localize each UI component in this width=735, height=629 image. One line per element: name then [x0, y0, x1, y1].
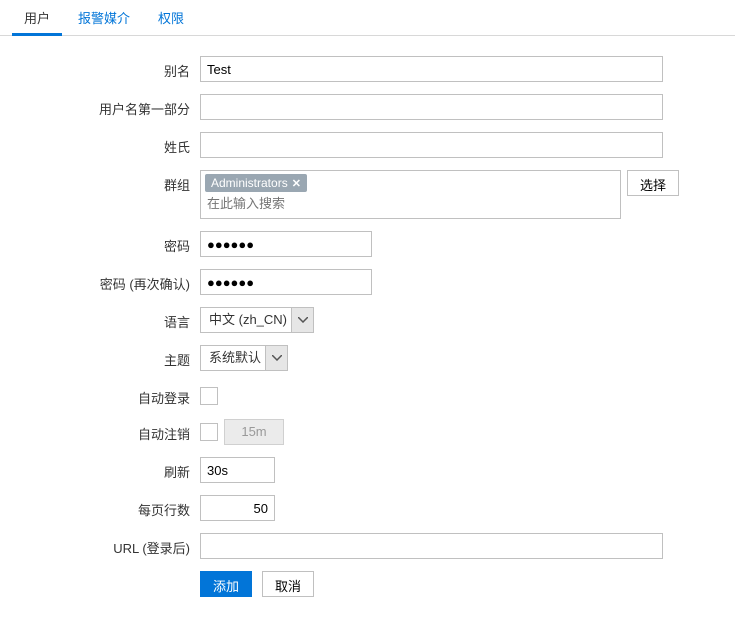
label-password: 密码: [0, 231, 200, 255]
refresh-input[interactable]: [200, 457, 275, 483]
auto-logout-checkbox[interactable]: [200, 423, 218, 441]
language-select[interactable]: 中文 (zh_CN): [200, 307, 314, 333]
chevron-down-icon: [265, 346, 287, 370]
first-name-input[interactable]: [200, 94, 663, 120]
groups-multiselect[interactable]: Administrators ✕: [200, 170, 621, 219]
label-refresh: 刷新: [0, 457, 200, 481]
auto-logout-value: 15m: [224, 419, 284, 445]
label-password2: 密码 (再次确认): [0, 269, 200, 293]
label-theme: 主题: [0, 345, 200, 369]
tab-media[interactable]: 报警媒介: [64, 0, 144, 35]
group-tag-label: Administrators: [211, 176, 288, 190]
last-name-input[interactable]: [200, 132, 663, 158]
password-confirm-input[interactable]: [200, 269, 372, 295]
label-groups: 群组: [0, 170, 200, 194]
user-form: 别名 用户名第一部分 姓氏 群组 Administrators ✕ 选择: [0, 36, 735, 629]
label-auto-logout: 自动注销: [0, 419, 200, 443]
add-button[interactable]: 添加: [200, 571, 252, 597]
label-url: URL (登录后): [0, 533, 200, 557]
url-input[interactable]: [200, 533, 663, 559]
tab-bar: 用户 报警媒介 权限: [0, 0, 735, 36]
label-last-name: 姓氏: [0, 132, 200, 156]
password-input[interactable]: [200, 231, 372, 257]
group-tag-administrators: Administrators ✕: [205, 174, 307, 192]
label-first-name: 用户名第一部分: [0, 94, 200, 118]
label-language: 语言: [0, 307, 200, 331]
tab-user[interactable]: 用户: [10, 0, 64, 35]
theme-select[interactable]: 系统默认: [200, 345, 288, 371]
alias-input[interactable]: [200, 56, 663, 82]
rows-per-page-input[interactable]: [200, 495, 275, 521]
select-groups-button[interactable]: 选择: [627, 170, 679, 196]
cancel-button[interactable]: 取消: [262, 571, 314, 597]
groups-search-input[interactable]: [205, 192, 616, 215]
label-rows: 每页行数: [0, 495, 200, 519]
tab-permissions[interactable]: 权限: [144, 0, 198, 35]
auto-login-checkbox[interactable]: [200, 387, 218, 405]
label-auto-login: 自动登录: [0, 383, 200, 407]
label-alias: 别名: [0, 56, 200, 80]
close-icon[interactable]: ✕: [292, 177, 301, 190]
chevron-down-icon: [291, 308, 313, 332]
